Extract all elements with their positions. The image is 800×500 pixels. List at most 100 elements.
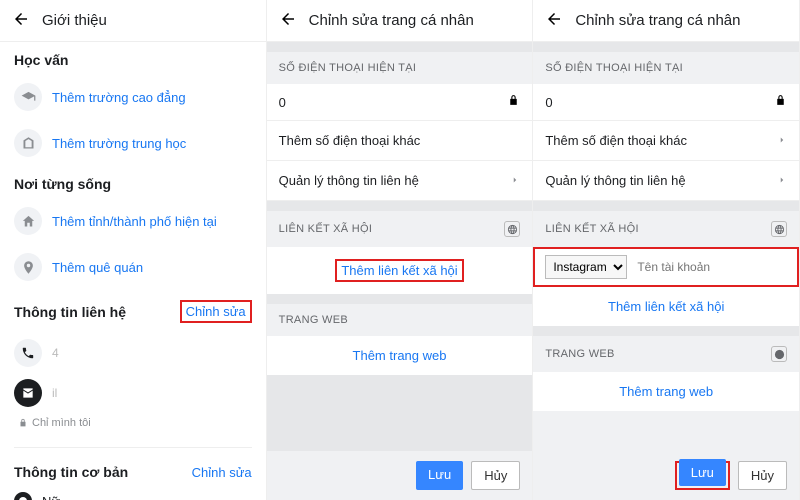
add-other-phone-label: Thêm số điện thoại khác (279, 133, 421, 148)
social-input-row: Instagram ✕ (535, 249, 797, 285)
phone-value-row[interactable]: 0 (267, 84, 533, 121)
add-highschool-label: Thêm trường trung học (52, 136, 186, 151)
back-arrow-icon[interactable] (279, 10, 297, 31)
add-social-link-highlight: Thêm liên kết xã hội (335, 259, 463, 282)
cancel-button[interactable]: Hủy (738, 461, 787, 490)
add-other-phone-row[interactable]: Thêm số điện thoại khác (267, 121, 533, 161)
add-current-city-label: Thêm tỉnh/thành phố hiện tại (52, 214, 217, 229)
gray-separator (533, 201, 799, 211)
basic-info-header-row: Thông tin cơ bản Chỉnh sửa (0, 454, 266, 486)
add-website-row[interactable]: Thêm trang web (533, 372, 799, 411)
add-current-city-row[interactable]: Thêm tỉnh/thành phố hiện tại (0, 198, 266, 244)
manage-contact-row[interactable]: Quản lý thông tin liên hệ (533, 161, 799, 201)
button-row: Lưu Hủy (267, 451, 533, 500)
home-icon (14, 207, 42, 235)
person-icon (14, 492, 32, 500)
save-button[interactable]: Lưu (679, 459, 726, 486)
save-highlight: Lưu (675, 461, 730, 490)
globe-privacy-icon[interactable] (771, 346, 787, 362)
phone-value-row[interactable]: 0 (533, 84, 799, 121)
website-section-label: TRANG WEB (533, 336, 799, 372)
globe-privacy-icon[interactable] (771, 221, 787, 237)
current-phone-section-label: SỐ ĐIỆN THOẠI HIỆN TẠI (533, 52, 799, 84)
add-website-row[interactable]: Thêm trang web (267, 336, 533, 375)
mail-icon (14, 379, 42, 407)
chevron-right-icon (777, 173, 787, 188)
edit-highlight: Chỉnh sửa (180, 300, 252, 323)
cancel-button[interactable]: Hủy (471, 461, 520, 490)
add-website-label: Thêm trang web (619, 384, 713, 399)
header-title: Giới thiệu (42, 12, 107, 29)
account-name-input[interactable] (633, 256, 796, 278)
add-highschool-row[interactable]: Thêm trường trung học (0, 120, 266, 166)
graduation-cap-icon (14, 83, 42, 111)
phone-masked: 4 (52, 346, 59, 360)
back-arrow-icon[interactable] (545, 10, 563, 31)
save-button[interactable]: Lưu (416, 461, 463, 490)
add-hometown-row[interactable]: Thêm quê quán (0, 244, 266, 290)
back-arrow-icon[interactable] (12, 10, 30, 31)
add-social-link-label: Thêm liên kết xã hội (608, 299, 724, 314)
contact-header-row: Thông tin liên hệ Chỉnh sửa (0, 290, 266, 329)
add-social-link-row[interactable]: Thêm liên kết xã hội (267, 247, 533, 294)
gray-separator (533, 326, 799, 336)
chevron-right-icon (510, 173, 520, 188)
add-social-link-label: Thêm liên kết xã hội (341, 263, 457, 278)
lock-icon (774, 94, 787, 110)
current-phone-section-label: SỐ ĐIỆN THOẠI HIỆN TẠI (267, 52, 533, 84)
add-other-phone-label: Thêm số điện thoại khác (545, 133, 687, 148)
phone-value: 0 (545, 95, 552, 110)
social-network-select[interactable]: Instagram (545, 255, 627, 279)
add-hometown-label: Thêm quê quán (52, 260, 143, 275)
manage-contact-row[interactable]: Quản lý thông tin liên hệ (267, 161, 533, 201)
email-line: il (14, 373, 252, 413)
add-college-label: Thêm trường cao đẳng (52, 90, 186, 105)
gray-fill (533, 411, 799, 451)
header: Chỉnh sửa trang cá nhân (533, 0, 799, 42)
section-contact: Thông tin liên hệ (14, 304, 126, 320)
school-icon (14, 129, 42, 157)
social-input-highlight: Instagram ✕ (533, 247, 799, 287)
social-links-section-label: LIÊN KẾT XÃ HỘI (533, 211, 799, 247)
section-basic-info: Thông tin cơ bản (14, 464, 128, 480)
add-social-link-row[interactable]: Thêm liên kết xã hội (533, 287, 799, 326)
add-college-row[interactable]: Thêm trường cao đẳng (0, 74, 266, 120)
gender-row: Nữ (0, 486, 266, 500)
privacy-only-me: Chỉ mình tôi (14, 417, 252, 429)
globe-privacy-icon[interactable] (504, 221, 520, 237)
panel-edit-profile-1: Chỉnh sửa trang cá nhân SỐ ĐIỆN THOẠI HI… (267, 0, 534, 500)
gray-separator (267, 42, 533, 52)
gray-separator (533, 42, 799, 52)
manage-contact-label: Quản lý thông tin liên hệ (279, 173, 419, 188)
edit-basic-info-link[interactable]: Chỉnh sửa (192, 465, 252, 480)
chevron-right-icon (777, 133, 787, 148)
panel-intro: Giới thiệu Học vấn Thêm trường cao đẳng … (0, 0, 267, 500)
section-education: Học vấn (0, 42, 266, 74)
phone-value: 0 (279, 95, 286, 110)
location-pin-icon (14, 253, 42, 281)
gray-separator (267, 294, 533, 304)
phone-icon (14, 339, 42, 367)
section-places: Nơi từng sống (0, 166, 266, 198)
gray-fill (267, 375, 533, 451)
gender-value: Nữ (42, 494, 60, 500)
divider (14, 447, 252, 448)
social-links-section-label: LIÊN KẾT XÃ HỘI (267, 211, 533, 247)
button-row: Lưu Hủy (533, 451, 799, 500)
panel-edit-profile-2: Chỉnh sửa trang cá nhân SỐ ĐIỆN THOẠI HI… (533, 0, 800, 500)
edit-contact-link[interactable]: Chỉnh sửa (186, 304, 246, 319)
website-section-label: TRANG WEB (267, 304, 533, 336)
phone-line: 4 (14, 333, 252, 373)
header-title: Chỉnh sửa trang cá nhân (309, 12, 474, 29)
privacy-label: Chỉ mình tôi (32, 417, 91, 429)
lock-icon (507, 94, 520, 110)
gray-separator (267, 201, 533, 211)
add-other-phone-row[interactable]: Thêm số điện thoại khác (533, 121, 799, 161)
manage-contact-label: Quản lý thông tin liên hệ (545, 173, 685, 188)
header: Chỉnh sửa trang cá nhân (267, 0, 533, 42)
contact-block: 4 il Chỉ mình tôi (0, 329, 266, 441)
header-title: Chỉnh sửa trang cá nhân (575, 12, 740, 29)
add-website-label: Thêm trang web (353, 348, 447, 363)
email-masked: il (52, 386, 57, 400)
header: Giới thiệu (0, 0, 266, 42)
